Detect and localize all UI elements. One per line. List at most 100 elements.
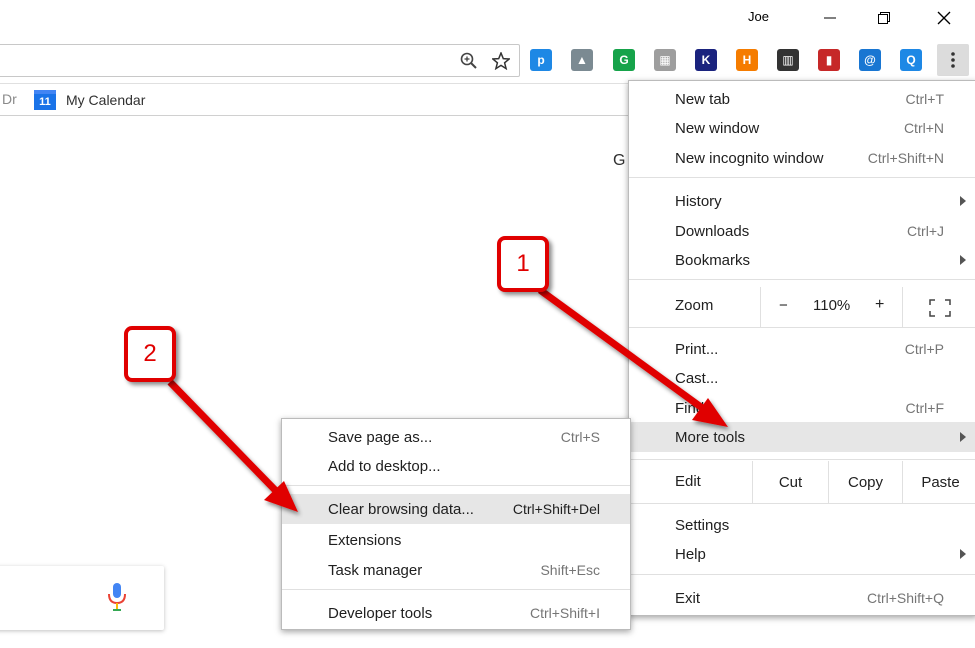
menu-item-more-tools[interactable]: More tools bbox=[629, 422, 975, 452]
menu-item-new-incognito[interactable]: New incognito window Ctrl+Shift+N bbox=[629, 144, 975, 172]
menu-label: New incognito window bbox=[675, 149, 824, 167]
menu-separator bbox=[629, 503, 975, 504]
bookmark-fragment[interactable]: Dr bbox=[2, 91, 17, 107]
menu-item-downloads[interactable]: Downloads Ctrl+J bbox=[629, 217, 975, 245]
menu-item-save-page[interactable]: Save page as... Ctrl+S bbox=[282, 423, 630, 451]
menu-item-task-manager[interactable]: Task manager Shift+Esc bbox=[282, 556, 630, 584]
menu-shortcut: Ctrl+Shift+N bbox=[867, 150, 944, 166]
honey-icon[interactable]: H bbox=[736, 49, 758, 71]
menu-shortcut: Ctrl+Shift+Del bbox=[512, 501, 600, 517]
restore-icon[interactable] bbox=[862, 4, 906, 32]
menu-label: More tools bbox=[675, 428, 746, 446]
google-search-box[interactable] bbox=[0, 566, 164, 630]
edit-row: Edit Cut Copy Paste bbox=[629, 461, 975, 503]
calendar-icon: 11 bbox=[34, 90, 56, 110]
menu-separator bbox=[629, 459, 975, 460]
minimize-icon[interactable] bbox=[808, 4, 852, 32]
zoom-label: Zoom bbox=[675, 297, 714, 314]
close-icon[interactable] bbox=[922, 4, 966, 32]
menu-label: Bookmarks bbox=[675, 251, 751, 269]
submenu-arrow-icon bbox=[960, 196, 966, 206]
menu-shortcut: Ctrl+P bbox=[904, 341, 944, 357]
step-badge-1: 1 bbox=[497, 236, 549, 292]
grammarly-icon[interactable]: G bbox=[613, 49, 635, 71]
zoom-in-button[interactable]: + bbox=[875, 296, 884, 314]
menu-label: Clear browsing data... bbox=[328, 500, 474, 518]
zoom-out-button[interactable]: − bbox=[779, 297, 788, 314]
menu-shortcut: Ctrl+N bbox=[903, 120, 944, 136]
film-strip-icon[interactable]: ▥ bbox=[777, 49, 799, 71]
copy-button[interactable]: Copy bbox=[828, 461, 902, 503]
menu-shortcut: Ctrl+S bbox=[560, 429, 600, 445]
pdf-extension-icon[interactable]: ▲ bbox=[571, 49, 593, 71]
menu-label: Save page as... bbox=[328, 428, 433, 446]
microphone-icon[interactable] bbox=[106, 582, 128, 612]
menu-item-help[interactable]: Help bbox=[629, 540, 975, 568]
menu-item-new-window[interactable]: New window Ctrl+N bbox=[629, 114, 975, 142]
menu-item-new-tab[interactable]: New tab Ctrl+T bbox=[629, 85, 975, 113]
more-vert-icon[interactable] bbox=[937, 44, 969, 76]
address-bar[interactable] bbox=[0, 44, 520, 77]
zoom-row: Zoom − 110% + bbox=[629, 287, 975, 327]
zoom-magnifier-icon[interactable] bbox=[459, 51, 479, 71]
menu-label: Cast... bbox=[675, 369, 719, 387]
menu-label: New window bbox=[675, 119, 760, 137]
menu-item-exit[interactable]: Exit Ctrl+Shift+Q bbox=[629, 584, 975, 612]
paste-button[interactable]: Paste bbox=[902, 461, 975, 503]
menu-label: Settings bbox=[675, 516, 730, 534]
cut-button[interactable]: Cut bbox=[752, 461, 828, 503]
title-bar: Joe bbox=[0, 0, 975, 36]
menu-separator bbox=[282, 485, 630, 486]
menu-item-settings[interactable]: Settings bbox=[629, 511, 975, 539]
bookmark-star-icon[interactable] bbox=[491, 51, 511, 71]
menu-item-bookmarks[interactable]: Bookmarks bbox=[629, 246, 975, 274]
toolbar: p ▲ G ▦ K H ▥ ▮ @ Q bbox=[0, 36, 975, 84]
page-partial-text: G bbox=[613, 152, 626, 169]
menu-shortcut: Ctrl+T bbox=[905, 91, 945, 107]
menu-label: Help bbox=[675, 545, 706, 563]
fullscreen-icon[interactable] bbox=[929, 299, 951, 317]
submenu-arrow-icon bbox=[960, 549, 966, 559]
step-badge-2: 2 bbox=[124, 326, 176, 382]
menu-label: Exit bbox=[675, 589, 701, 607]
menu-item-add-to-desktop[interactable]: Add to desktop... bbox=[282, 452, 630, 480]
calculator-icon[interactable]: ▦ bbox=[654, 49, 676, 71]
menu-label: Downloads bbox=[675, 222, 750, 240]
menu-label: Add to desktop... bbox=[328, 457, 441, 475]
menu-label: Print... bbox=[675, 340, 719, 358]
bookmark-label: My Calendar bbox=[66, 92, 146, 108]
satellite-at-icon[interactable]: @ bbox=[859, 49, 881, 71]
menu-item-find[interactable]: Find... Ctrl+F bbox=[629, 394, 975, 422]
menu-shortcut: Shift+Esc bbox=[540, 562, 600, 578]
menu-shortcut: Ctrl+Shift+Q bbox=[866, 590, 944, 606]
menu-shortcut: Ctrl+J bbox=[907, 223, 944, 239]
menu-label: New tab bbox=[675, 90, 731, 108]
zoom-control: − 110% + bbox=[760, 287, 903, 327]
red-book-icon[interactable]: ▮ bbox=[818, 49, 840, 71]
menu-separator bbox=[629, 327, 975, 328]
submenu-arrow-icon bbox=[960, 255, 966, 265]
menu-item-developer-tools[interactable]: Developer tools Ctrl+Shift+I bbox=[282, 599, 630, 627]
menu-label: Task manager bbox=[328, 561, 423, 579]
profile-name[interactable]: Joe bbox=[748, 9, 769, 24]
menu-label: Find... bbox=[675, 399, 717, 417]
menu-item-clear-browsing-data[interactable]: Clear browsing data... Ctrl+Shift+Del bbox=[282, 494, 630, 524]
menu-label: Developer tools bbox=[328, 604, 433, 622]
menu-shortcut: Ctrl+F bbox=[905, 400, 945, 416]
chrome-main-menu: New tab Ctrl+T New window Ctrl+N New inc… bbox=[628, 80, 975, 616]
menu-separator bbox=[629, 177, 975, 178]
more-tools-submenu: Save page as... Ctrl+S Add to desktop...… bbox=[281, 418, 631, 630]
bookmark-my-calendar[interactable]: 11 My Calendar bbox=[34, 88, 145, 112]
edit-label: Edit bbox=[675, 473, 701, 490]
menu-item-history[interactable]: History bbox=[629, 187, 975, 215]
menu-item-extensions[interactable]: Extensions bbox=[282, 526, 630, 554]
blue-q-icon[interactable]: Q bbox=[900, 49, 922, 71]
klout-icon[interactable]: K bbox=[695, 49, 717, 71]
menu-item-print[interactable]: Print... Ctrl+P bbox=[629, 335, 975, 363]
menu-shortcut: Ctrl+Shift+I bbox=[529, 605, 600, 621]
menu-separator bbox=[629, 279, 975, 280]
pushbullet-icon[interactable]: p bbox=[530, 49, 552, 71]
arrow-to-clear-browsing-data bbox=[167, 379, 298, 512]
menu-separator bbox=[629, 574, 975, 575]
menu-item-cast[interactable]: Cast... bbox=[629, 364, 975, 392]
